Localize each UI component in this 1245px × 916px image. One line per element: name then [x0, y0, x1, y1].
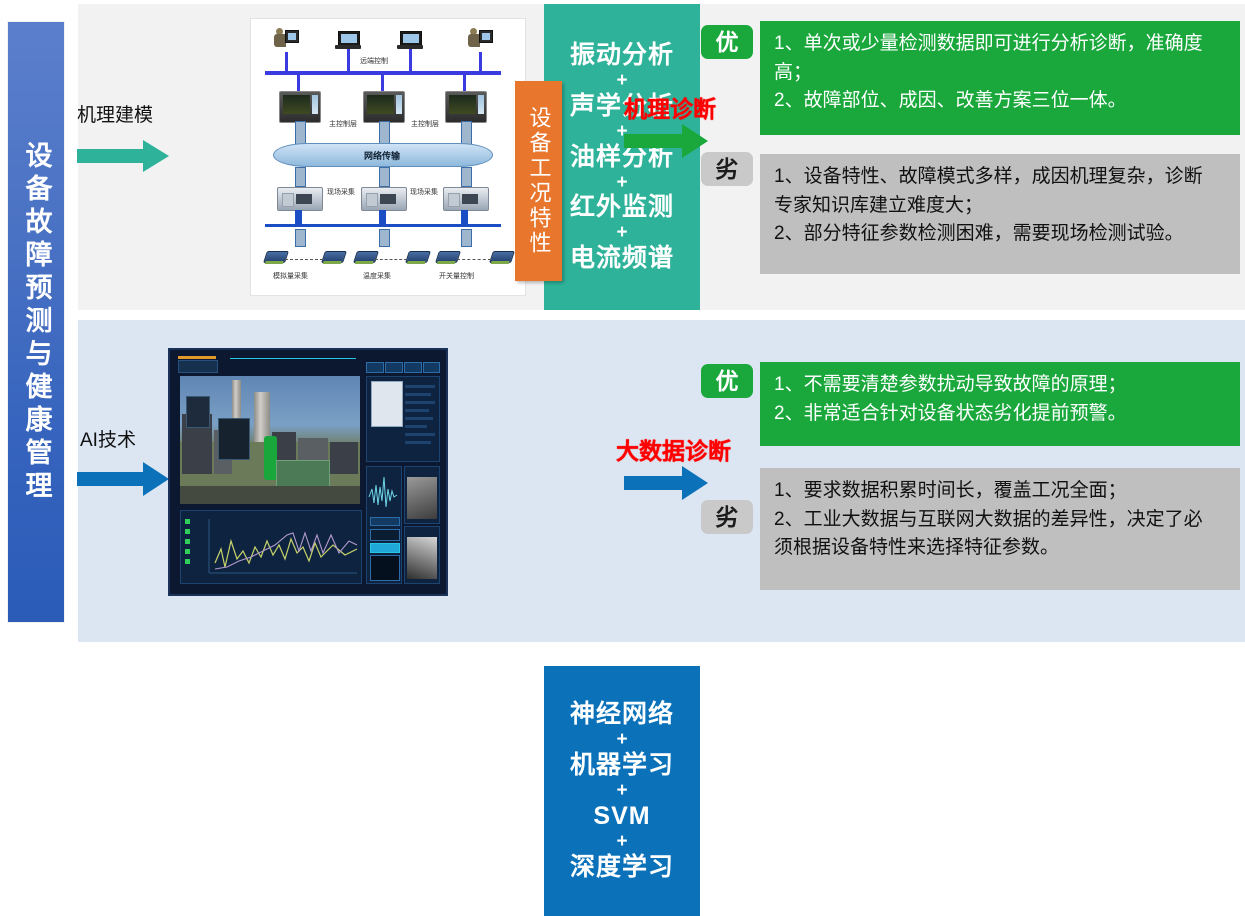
- camera-feed-2: [404, 526, 440, 584]
- io-module-3: [353, 251, 379, 264]
- io-module-5: [435, 251, 461, 264]
- field-server-2: [361, 187, 407, 211]
- trend-chart: [180, 510, 362, 584]
- camera-feed-1: [404, 466, 440, 524]
- laptop-icon-2: [397, 31, 423, 49]
- schematic-label-1: 主控制层: [329, 121, 357, 128]
- sidebar-title-bar: 设备故障预测与健康管理: [8, 22, 64, 622]
- advantage-line: 2、故障部位、成因、改善方案三位一体。: [774, 90, 1127, 111]
- operator-icon-left: [273, 27, 299, 53]
- disadvantage-line: 2、部分特征参数检测困难，需要现场检测试验。: [774, 223, 1184, 244]
- sidebar-title-text: 设备故障预测与健康管理: [21, 140, 52, 504]
- io-module-2: [321, 251, 347, 264]
- schematic-label-8: 开关量控制: [439, 273, 474, 280]
- method-plus: +: [616, 171, 628, 193]
- methods-box-ai: 神经网络 + 机器学习 + SVM + 深度学习: [544, 666, 700, 916]
- diagnosis-label-bigdata: 大数据诊断: [616, 438, 731, 464]
- badge-advantage-mechanism: 优: [701, 25, 753, 59]
- bidirectional-arrow-1: [295, 121, 306, 145]
- dashboard-title-accent: [178, 356, 216, 359]
- equipment-model-panel: [366, 376, 440, 462]
- scada-dashboard-image: [168, 348, 448, 596]
- disadvantages-box-mechanism: 1、设备特性、故障模式多样，成因机理复杂，诊断 专家知识库建立难度大； 2、部分…: [760, 154, 1240, 274]
- method-item: 机器学习: [569, 751, 674, 780]
- advantages-box-bigdata: 1、不需要清楚参数扰动导致故障的原理； 2、非常适合针对设备状态劣化提前预警。: [760, 362, 1240, 446]
- advantages-box-mechanism: 1、单次或少量检测数据即可进行分析诊断，准确度 高； 2、故障部位、成因、改善方…: [760, 21, 1240, 135]
- method-item: 振动分析: [569, 41, 674, 69]
- method-plus: +: [616, 729, 628, 751]
- schematic-label-4: 现场采集: [327, 189, 355, 196]
- hmi-panel-2: [363, 91, 405, 123]
- hmi-panel-1: [279, 91, 321, 123]
- badge-advantage-bigdata: 优: [701, 364, 753, 398]
- advantage-line: 1、单次或少量检测数据即可进行分析诊断，准确度: [774, 33, 1203, 54]
- bidirectional-arrow-3: [461, 121, 472, 145]
- advantage-line: 高；: [774, 61, 813, 83]
- diagnosis-arrow-mechanism: [624, 124, 708, 158]
- disadvantage-line: 专家知识库建立难度大；: [774, 194, 984, 216]
- laptop-icon-1: [335, 31, 361, 49]
- method-item: 红外监测: [569, 193, 674, 222]
- input-label-mechanism: 机理建模: [77, 105, 154, 126]
- input-label-ai: AI技术: [80, 430, 136, 451]
- dashboard-drawing: [170, 350, 446, 594]
- bidirectional-arrow-2: [379, 121, 390, 145]
- equipment-condition-tag-text: 设备工况特性: [526, 106, 552, 256]
- plant-3d-view: [180, 376, 360, 504]
- advantage-line: 2、非常适合针对设备状态劣化提前预警。: [774, 402, 1127, 424]
- method-plus: +: [616, 222, 628, 244]
- diagnosis-arrow-bigdata: [624, 466, 708, 500]
- disadvantage-line: 2、工业大数据与互联网大数据的差异性，决定了必: [774, 508, 1203, 530]
- field-server-3: [443, 187, 489, 211]
- schematic-label-3: 网络传输: [364, 151, 401, 161]
- diagnosis-label-mechanism: 机理诊断: [624, 96, 716, 122]
- method-plus: +: [616, 780, 628, 802]
- schematic-label-7: 温度采集: [363, 273, 391, 280]
- schematic-label-0: 远端控制: [360, 58, 388, 65]
- panel-bigdata-row: AI技术 神经网络 + 机器学习 + SVM + 深度学习 大数据诊断 优 劣 …: [77, 320, 1245, 916]
- method-plus: +: [616, 830, 628, 852]
- badge-disadvantage-bigdata: 劣: [701, 500, 753, 534]
- slide-root: 设备故障预测与健康管理 机理建模 远端控制 主控制层 主控制层 网络传输 现场采…: [0, 0, 1245, 916]
- disadvantage-line: 1、要求数据积累时间长，覆盖工况全面；: [774, 480, 1127, 501]
- field-server-1: [277, 187, 323, 211]
- badge-disadvantage-mechanism: 劣: [701, 152, 753, 186]
- io-module-1: [263, 251, 289, 264]
- method-item: 神经网络: [569, 700, 674, 729]
- schematic-label-6: 模拟量采集: [273, 273, 308, 280]
- operator-icon-right: [467, 27, 493, 53]
- disadvantage-line: 须根据设备特性来选择特征参数。: [774, 537, 1060, 558]
- bidirectional-arrow-6: [461, 167, 472, 187]
- schematic-label-5: 现场采集: [410, 189, 438, 196]
- panel-mechanism-row: 机理建模 远端控制 主控制层 主控制层 网络传输 现场采集 现场采集 模拟量采集…: [77, 4, 1245, 310]
- scada-schematic-image: 远端控制 主控制层 主控制层 网络传输 现场采集 现场采集 模拟量采集 温度采集…: [250, 18, 526, 296]
- input-arrow-ai: [77, 462, 169, 496]
- hmi-panel-3: [445, 91, 487, 123]
- method-item: SVM: [593, 801, 651, 830]
- bidirectional-arrow-5: [379, 167, 390, 187]
- schematic-label-2: 主控制层: [411, 121, 439, 128]
- equipment-condition-tag: 设备工况特性: [515, 81, 562, 281]
- disadvantage-line: 1、设备特性、故障模式多样，成因机理复杂，诊断: [774, 166, 1203, 187]
- disadvantages-box-bigdata: 1、要求数据积累时间长，覆盖工况全面； 2、工业大数据与互联网大数据的差异性，决…: [760, 468, 1240, 590]
- io-module-6: [489, 251, 515, 264]
- dashboard-title-chip: [178, 360, 218, 373]
- bidirectional-arrow-4: [295, 167, 306, 187]
- method-item: 深度学习: [569, 852, 674, 881]
- scada-schematic-drawing: 远端控制 主控制层 主控制层 网络传输 现场采集 现场采集 模拟量采集 温度采集…: [251, 19, 525, 295]
- io-module-4: [405, 251, 431, 264]
- waveform-panel: [366, 466, 402, 584]
- input-arrow-mechanism: [77, 140, 169, 172]
- advantage-line: 1、不需要清楚参数扰动导致故障的原理；: [774, 374, 1127, 395]
- method-item: 电流频谱: [569, 244, 674, 272]
